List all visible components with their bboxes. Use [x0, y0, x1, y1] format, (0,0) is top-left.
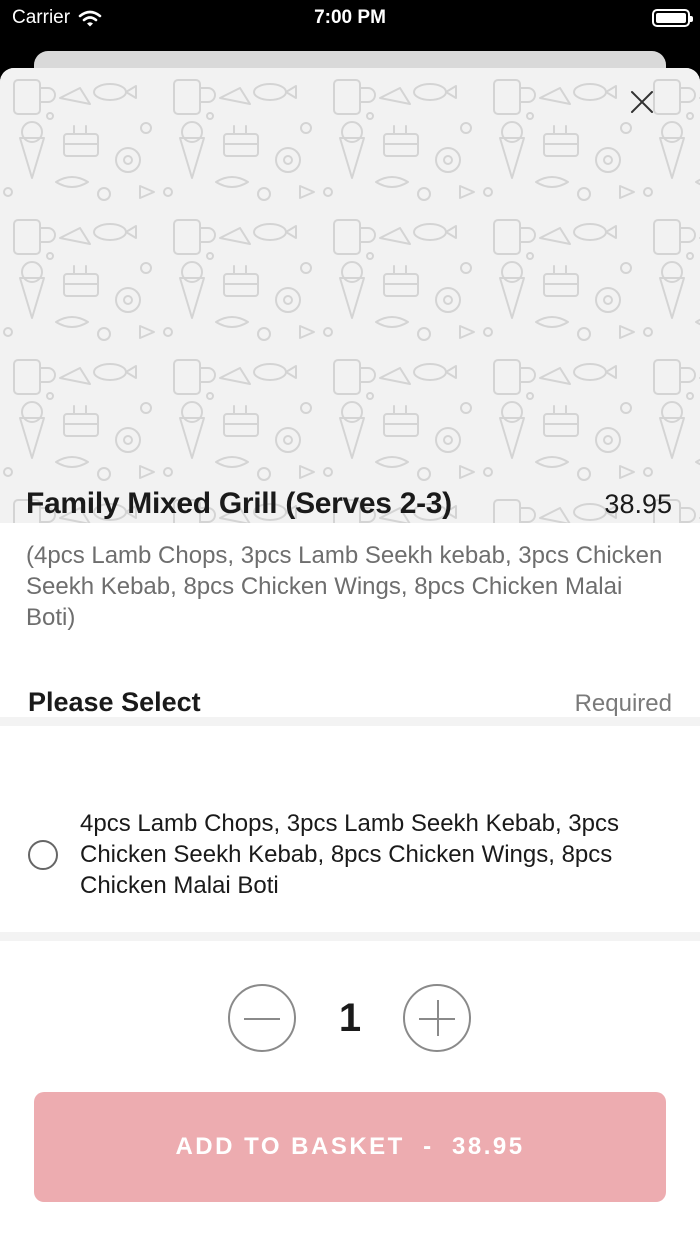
item-description: (4pcs Lamb Chops, 3pcs Lamb Seekh kebab,… — [26, 542, 663, 631]
increase-quantity-button[interactable] — [403, 984, 471, 1052]
add-to-basket-label: ADD TO BASKET - 38.95 — [175, 1133, 525, 1160]
section-divider — [0, 717, 700, 726]
item-price: 38.95 — [604, 489, 672, 519]
item-sheet — [0, 68, 700, 1244]
food-pattern-image — [0, 68, 700, 523]
close-button[interactable] — [630, 90, 670, 130]
selection-header: Please Select Required — [28, 687, 672, 718]
minus-icon — [244, 1018, 280, 1020]
section-divider — [0, 932, 700, 941]
option-row[interactable]: 4pcs Lamb Chops, 3pcs Lamb Seekh Kebab, … — [28, 808, 672, 901]
food-doodle-pattern — [0, 68, 700, 523]
option-label: 4pcs Lamb Chops, 3pcs Lamb Seekh Kebab, … — [80, 810, 619, 899]
item-header: Family Mixed Grill (Serves 2-3) 38.95 — [26, 487, 672, 521]
selection-title: Please Select — [28, 687, 201, 717]
item-title: Family Mixed Grill (Serves 2-3) — [26, 487, 452, 520]
decrease-quantity-button[interactable] — [228, 984, 296, 1052]
battery-icon — [652, 9, 693, 27]
quantity-value: 1 — [338, 996, 362, 1040]
radio-icon[interactable] — [28, 839, 58, 870]
status-bar: Carrier 7:00 PM — [0, 0, 700, 40]
add-to-basket-button[interactable]: ADD TO BASKET - 38.95 — [34, 1092, 666, 1202]
required-label: Required — [574, 690, 672, 717]
quantity-stepper: 1 — [0, 984, 700, 1052]
status-time: 7:00 PM — [314, 7, 386, 28]
close-icon — [631, 91, 653, 113]
